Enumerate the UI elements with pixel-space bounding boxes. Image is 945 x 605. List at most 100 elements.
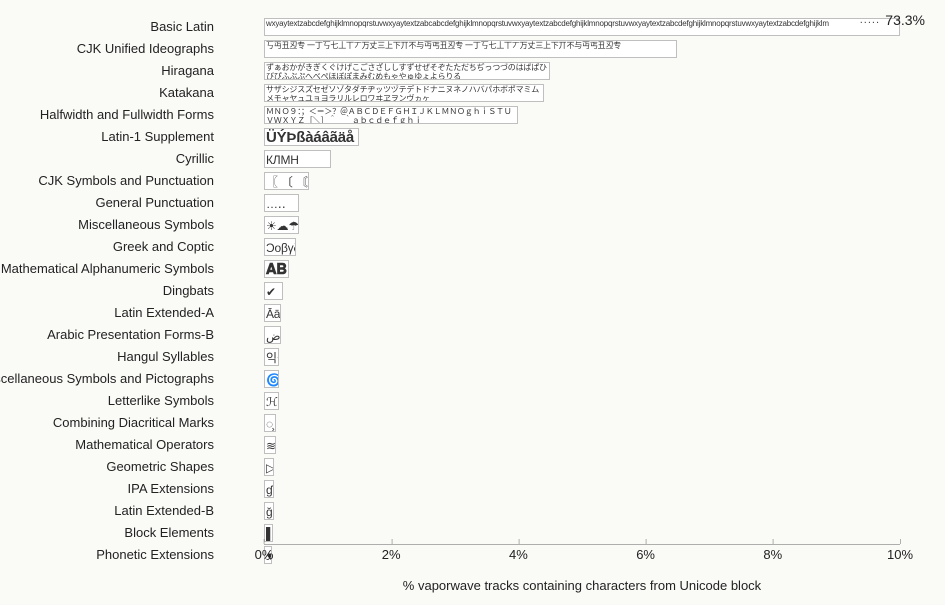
y-axis-label: Letterlike Symbols — [0, 390, 220, 412]
bar-row: Hiraganaずぁおかがきぎくぐけげこごさざししすずせぜそぞたただちぢっつづの… — [264, 60, 900, 82]
bar: ğ0.15% — [264, 502, 274, 520]
bar-fill-text: ＭＮＯ９：；＜＝＞？＠ＡＢＣＤＥＦＧＨＩＪＫＬＭＮＯｇｈｉＳＴＵＶＷＸＹＺ［＼］… — [265, 107, 517, 123]
y-axis-label: CJK Symbols and Punctuation — [0, 170, 220, 192]
bar-fill-text: ☀☁☂ — [265, 217, 298, 233]
bar-fill-text: ≋ — [265, 437, 275, 453]
x-axis — [264, 544, 900, 545]
x-tick-label: 8% — [763, 547, 782, 562]
bar: ＭＮＯ９：；＜＝＞？＠ＡＢＣＤＥＦＧＨＩＪＫＬＭＮＯｇｈｉＳＴＵＶＷＸＹＺ［＼］… — [264, 106, 518, 124]
bar: КЛМН — [264, 150, 331, 168]
bar-fill-text: wxyaytextzabcdefghijklmnopqrstuvwxyaytex… — [265, 19, 899, 35]
bar-row: CyrillicКЛМН — [264, 148, 900, 170]
bar-row: Letterlike Symbolsℋ0.24% — [264, 390, 900, 412]
bar-row: Basic Latinwxyaytextzabcdefghijklmnopqrs… — [264, 16, 900, 38]
y-axis-label: Miscellaneous Symbols — [0, 214, 220, 236]
bar: ✔0.3% — [264, 282, 283, 300]
bar-fill-text: 익걸 — [265, 349, 278, 365]
y-axis-label: Greek and Coptic — [0, 236, 220, 258]
bar-fill-text: 〖 〔 〘 ～ — [265, 173, 308, 189]
bar-row: Miscellaneous Symbols☀☁☂0.5% — [264, 214, 900, 236]
bar-row: Hangul Syllables익걸0.24% — [264, 346, 900, 368]
y-axis-label: Geometric Shapes — [0, 456, 220, 478]
bar-fill-text: 🌀 — [265, 371, 278, 387]
bar: 丂丏丑丒专 一丁丂七丄丅丆万丈三上下丌不与丏丐丑丒专 一丁丂七丄丅丆万丈三上下丌… — [264, 40, 677, 58]
bar-fill-text: ğ — [265, 503, 273, 519]
bar: ϽοβγδεΜΝΞΟ⊂0.5% — [264, 238, 296, 256]
bar-row: Greek and CopticϽοβγδεΜΝΞΟ⊂0.5% — [264, 236, 900, 258]
y-axis-label: Miscellaneous Symbols and Pictographs — [0, 368, 220, 390]
bar-row: CJK Unified Ideographs丂丏丑丒专 一丁丂七丄丅丆万丈三上下… — [264, 38, 900, 60]
y-axis-label: Latin Extended-B — [0, 500, 220, 522]
y-axis-label: CJK Unified Ideographs — [0, 38, 220, 60]
bar-fill-text: ℋ — [265, 393, 278, 409]
bar-fill-text: ▌ — [265, 525, 272, 541]
y-axis-label: Hiragana — [0, 60, 220, 82]
bar: ≋0.19% — [264, 436, 276, 454]
bar-row: Arabic Presentation Forms-Bﺽ0.26% — [264, 324, 900, 346]
bar-row: Halfwidth and Fullwidth FormsＭＮＯ９：；＜＝＞？＠… — [264, 104, 900, 126]
bar-fill-text: ずぁおかがきぎくぐけげこごさざししすずせぜそぞたただちぢっつづのはばぱひびぴふぶ… — [265, 63, 549, 79]
x-tick-label: 0% — [255, 547, 274, 562]
bar-fill-text: ﺽ — [265, 327, 280, 343]
bar-fill-text: …‥ — [265, 195, 298, 211]
x-tick: 10% — [887, 543, 913, 562]
x-tick: 0% — [255, 543, 274, 562]
bar: 𝐀𝐁0.40% — [264, 260, 289, 278]
y-axis-label: Mathematical Operators — [0, 434, 220, 456]
y-axis-label: Arabic Presentation Forms-B — [0, 324, 220, 346]
bar: Āā0.26% — [264, 304, 281, 322]
y-axis-label: Katakana — [0, 82, 220, 104]
bar-row: Block Elements▌0.14% — [264, 522, 900, 544]
bar-row: Combining Diacritical Marks◌̧0.19% — [264, 412, 900, 434]
bar: 🌀0.24% — [264, 370, 279, 388]
bar-fill-text: ÜÝÞßàáâãäå — [265, 129, 358, 145]
plot-area: Basic Latinwxyaytextzabcdefghijklmnopqrs… — [264, 16, 900, 544]
bar-fill-text: ✔ — [265, 283, 282, 299]
bar: ÜÝÞßàáâãäå — [264, 128, 359, 146]
bar-fill-text: ϽοβγδεΜΝΞΟ⊂ — [265, 239, 295, 255]
bar-row: Dingbats✔0.3% — [264, 280, 900, 302]
bar: サザシジスズセゼソゾタダチヂッツヅテデトドナニヌネノハバパホボポマミムメモャヤュ… — [264, 84, 544, 102]
y-axis-label: Cyrillic — [0, 148, 220, 170]
bar-row: Latin Extended-AĀā0.26% — [264, 302, 900, 324]
y-axis-label: IPA Extensions — [0, 478, 220, 500]
x-tick: 8% — [763, 543, 782, 562]
bar-row: CJK Symbols and Punctuation〖 〔 〘 ～ — [264, 170, 900, 192]
y-axis-label: Phonetic Extensions — [0, 544, 220, 566]
bar-row: Phonetic Extensionsᴥ0.12% — [264, 544, 900, 566]
y-axis-label: Latin-1 Supplement — [0, 126, 220, 148]
bar: 〖 〔 〘 ～ — [264, 172, 309, 190]
bar-row: Miscellaneous Symbols and Pictographs🌀0.… — [264, 368, 900, 390]
bar: ▷0.15% — [264, 458, 274, 476]
x-axis-title: % vaporwave tracks containing characters… — [264, 578, 900, 593]
bar-row: Mathematical Operators≋0.19% — [264, 434, 900, 456]
axis-break-marker: ..... — [860, 14, 880, 26]
bar-row: General Punctuation…‥0.5% — [264, 192, 900, 214]
bar: ɠ0.15% — [264, 480, 274, 498]
y-axis-label: General Punctuation — [0, 192, 220, 214]
x-tick: 4% — [509, 543, 528, 562]
bar: ℋ0.24% — [264, 392, 279, 410]
x-tick: 2% — [382, 543, 401, 562]
bar: ▌0.14% — [264, 524, 273, 542]
x-tick-label: 2% — [382, 547, 401, 562]
bar: 익걸0.24% — [264, 348, 279, 366]
bar-row: Latin Extended-Bğ0.15% — [264, 500, 900, 522]
y-axis-label: Halfwidth and Fullwidth Forms — [0, 104, 220, 126]
bar-fill-text: 丂丏丑丒专 一丁丂七丄丅丆万丈三上下丌不与丏丐丑丒专 一丁丂七丄丅丆万丈三上下丌… — [265, 41, 676, 57]
bar-row: Katakanaサザシジスズセゼソゾタダチヂッツヅテデトドナニヌネノハバパホボポ… — [264, 82, 900, 104]
bar-row: Latin-1 SupplementÜÝÞßàáâãäå — [264, 126, 900, 148]
bar-fill-text: ɠ — [265, 481, 273, 497]
bar-row: Mathematical Alphanumeric Symbols𝐀𝐁0.40% — [264, 258, 900, 280]
y-axis-label: Block Elements — [0, 522, 220, 544]
bar-fill-text: ▷ — [265, 459, 273, 475]
y-axis-label: Latin Extended-A — [0, 302, 220, 324]
basic-latin-value-label: 73.3% — [885, 12, 925, 28]
bar-row: Geometric Shapes▷0.15% — [264, 456, 900, 478]
bar-row: IPA Extensionsɠ0.15% — [264, 478, 900, 500]
y-axis-label: Mathematical Alphanumeric Symbols — [0, 258, 220, 280]
bar: ☀☁☂0.5% — [264, 216, 299, 234]
bar: ずぁおかがきぎくぐけげこごさざししすずせぜそぞたただちぢっつづのはばぱひびぴふぶ… — [264, 62, 550, 80]
y-axis-label: Combining Diacritical Marks — [0, 412, 220, 434]
bar-fill-text: КЛМН — [265, 151, 330, 167]
